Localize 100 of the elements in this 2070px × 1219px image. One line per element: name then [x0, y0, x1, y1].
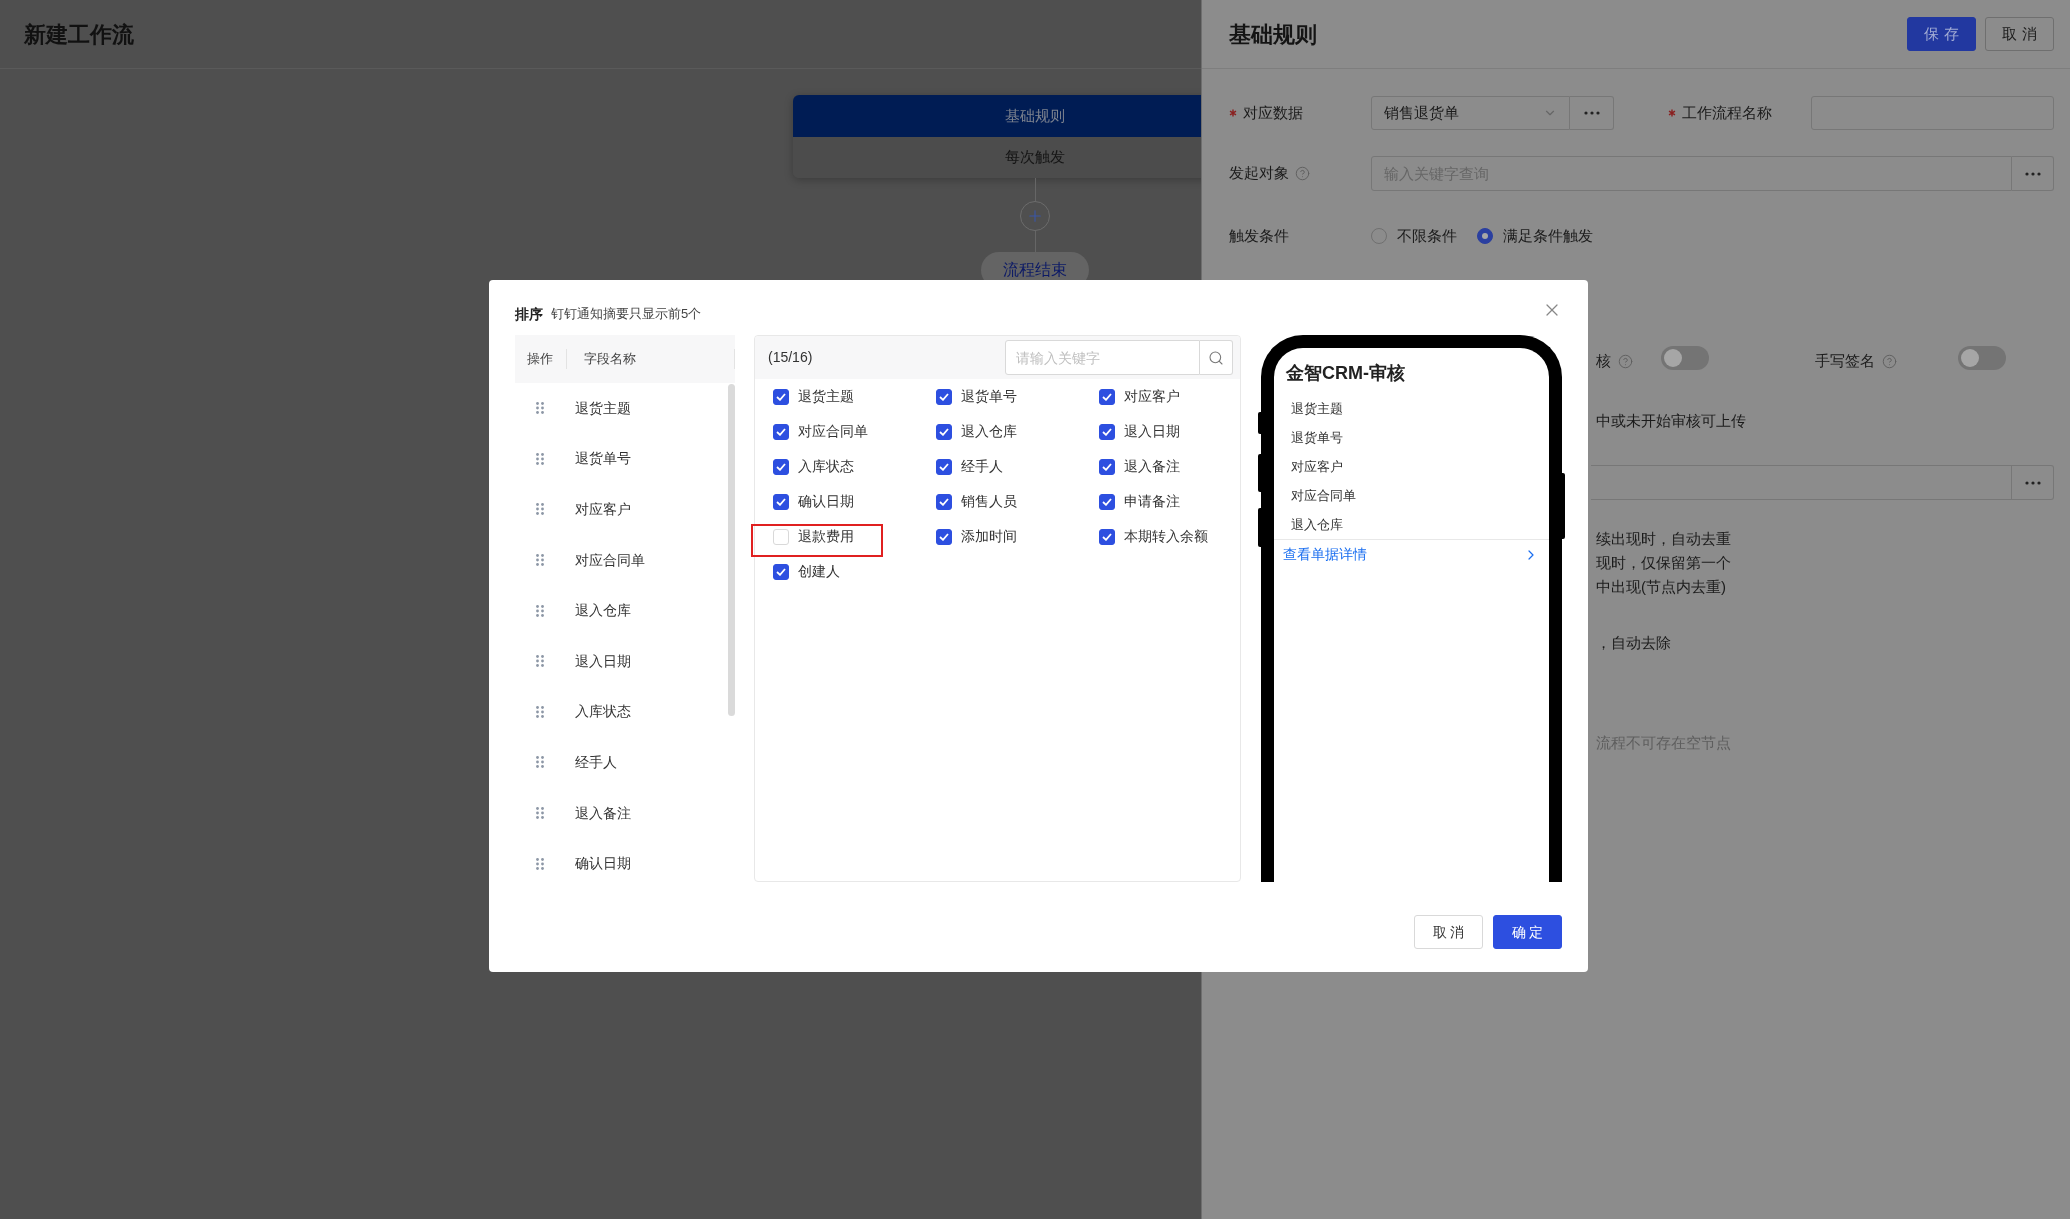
field-name: 对应合同单 — [575, 550, 645, 570]
checkbox[interactable] — [1099, 493, 1115, 510]
toggle-switch[interactable] — [1661, 345, 1709, 370]
field-option-label[interactable]: 退入备注 — [1124, 456, 1180, 477]
radio-label[interactable]: 满足条件触发 — [1503, 224, 1593, 248]
field-option-label[interactable]: 退入仓库 — [961, 421, 1017, 442]
field-option-label[interactable]: 添加时间 — [961, 526, 1017, 547]
drag-handle-icon[interactable] — [536, 655, 544, 668]
checkbox[interactable] — [773, 493, 789, 510]
help-icon[interactable] — [1295, 166, 1310, 181]
checkbox[interactable] — [1099, 458, 1115, 475]
field-option-label[interactable]: 创建人 — [798, 561, 840, 582]
ellipsis-icon — [2024, 171, 2041, 176]
field-option-label[interactable]: 经手人 — [961, 456, 1003, 477]
field-label: 触发条件 — [1229, 226, 1289, 244]
checkmark-icon — [1102, 532, 1112, 541]
field-name: 经手人 — [575, 752, 617, 772]
preview-title: 金智CRM-审核 — [1285, 362, 1406, 385]
preview-field: 退入仓库 — [1291, 510, 1549, 539]
checkmark-icon — [939, 427, 949, 436]
drag-handle-icon[interactable] — [536, 402, 544, 415]
data-source-select[interactable]: 销售退货单 — [1371, 96, 1570, 130]
field-option-label[interactable]: 销售人员 — [961, 491, 1017, 512]
checkbox[interactable] — [936, 458, 952, 475]
field-label: 工作流程名称 — [1682, 102, 1772, 123]
field-option-label[interactable]: 退入日期 — [1124, 421, 1180, 442]
field-option-label[interactable]: 入库状态 — [798, 456, 854, 477]
checkmark-icon — [1102, 497, 1112, 506]
more-options-button[interactable] — [1570, 96, 1614, 130]
scrollbar-thumb[interactable] — [728, 384, 735, 716]
checkbox[interactable] — [1099, 423, 1115, 440]
option-description: 续出现时，自动去重 — [1596, 529, 1732, 549]
field-option-label[interactable]: 退款费用 — [798, 526, 854, 547]
checkmark-icon — [776, 462, 786, 471]
cancel-button[interactable]: 取 消 — [1414, 915, 1483, 949]
drag-handle-icon[interactable] — [536, 807, 544, 820]
drag-handle-icon[interactable] — [536, 857, 544, 870]
checkmark-icon — [776, 567, 786, 576]
search-field[interactable]: 请输入关键字 — [1005, 340, 1200, 375]
add-node-button[interactable] — [1020, 201, 1050, 231]
preview-field: 退货单号 — [1291, 423, 1549, 452]
radio-label[interactable]: 不限条件 — [1397, 224, 1457, 248]
option-description: 中出现(节点内去重) — [1596, 577, 1727, 597]
checkmark-icon — [1102, 462, 1112, 471]
drag-handle-icon[interactable] — [536, 604, 544, 617]
field-name: 退货单号 — [575, 449, 631, 469]
field-name: 确认日期 — [575, 854, 631, 874]
drag-handle-icon[interactable] — [536, 554, 544, 567]
field-option-label[interactable]: 申请备注 — [1124, 491, 1180, 512]
preview-field: 对应客户 — [1291, 452, 1549, 481]
selection-count: (15/16) — [768, 348, 813, 367]
search-button[interactable] — [1200, 340, 1233, 375]
field-name: 退货主题 — [575, 398, 631, 418]
preview-field: 退货主题 — [1291, 394, 1549, 423]
drag-handle-icon[interactable] — [536, 452, 544, 465]
confirm-button[interactable]: 确 定 — [1493, 915, 1562, 949]
checkbox[interactable] — [936, 423, 952, 440]
drag-handle-icon[interactable] — [536, 756, 544, 769]
checkbox[interactable] — [936, 493, 952, 510]
more-options-button[interactable] — [2012, 156, 2054, 191]
checkbox[interactable] — [773, 458, 789, 475]
ellipsis-icon — [2024, 480, 2041, 485]
preview-field: 对应合同单 — [1291, 481, 1549, 510]
cancel-button[interactable]: 取 消 — [1985, 17, 2054, 51]
field-option-label[interactable]: 对应客户 — [1124, 386, 1180, 407]
field-name: 退入备注 — [575, 803, 631, 823]
view-details-link[interactable]: 查看单据详情 — [1274, 540, 1549, 569]
checkbox[interactable] — [773, 563, 789, 580]
search-icon — [1208, 349, 1224, 366]
help-icon[interactable] — [1882, 353, 1897, 369]
checkbox[interactable] — [773, 388, 789, 405]
checkmark-icon — [776, 497, 786, 506]
checkmark-icon — [939, 392, 949, 401]
plus-icon — [1026, 207, 1044, 225]
modal-subtitle: 钉钉通知摘要只显示前5个 — [551, 305, 702, 323]
checkbox[interactable] — [936, 528, 952, 545]
field-option-label[interactable]: 对应合同单 — [798, 421, 868, 442]
save-button[interactable]: 保 存 — [1907, 17, 1976, 51]
modal-title: 排序 — [515, 305, 543, 324]
checkbox[interactable] — [1099, 388, 1115, 405]
field-name: 对应客户 — [575, 500, 631, 519]
radio-button[interactable] — [1477, 228, 1493, 244]
drag-handle-icon[interactable] — [536, 503, 544, 516]
toggle-switch[interactable] — [1958, 345, 2006, 370]
field-option-label[interactable]: 退货单号 — [961, 386, 1017, 407]
checkmark-icon — [939, 532, 949, 541]
checkmark-icon — [776, 427, 786, 436]
checkmark-icon — [939, 497, 949, 506]
field-option-label[interactable]: 确认日期 — [798, 491, 854, 512]
option-description: 现时，仅保留第一个 — [1596, 553, 1732, 573]
field-option-label[interactable]: 本期转入余额 — [1124, 526, 1208, 547]
help-icon[interactable] — [1618, 353, 1633, 369]
drag-handle-icon[interactable] — [536, 705, 544, 718]
checkbox[interactable] — [936, 388, 952, 405]
more-options-button[interactable] — [2012, 465, 2054, 500]
checkbox[interactable] — [773, 423, 789, 440]
field-option-label[interactable]: 退货主题 — [798, 386, 854, 407]
upload-note: 中或未开始审核可上传 — [1596, 411, 1747, 431]
radio-button[interactable] — [1371, 228, 1387, 244]
checkbox[interactable] — [1099, 528, 1115, 545]
